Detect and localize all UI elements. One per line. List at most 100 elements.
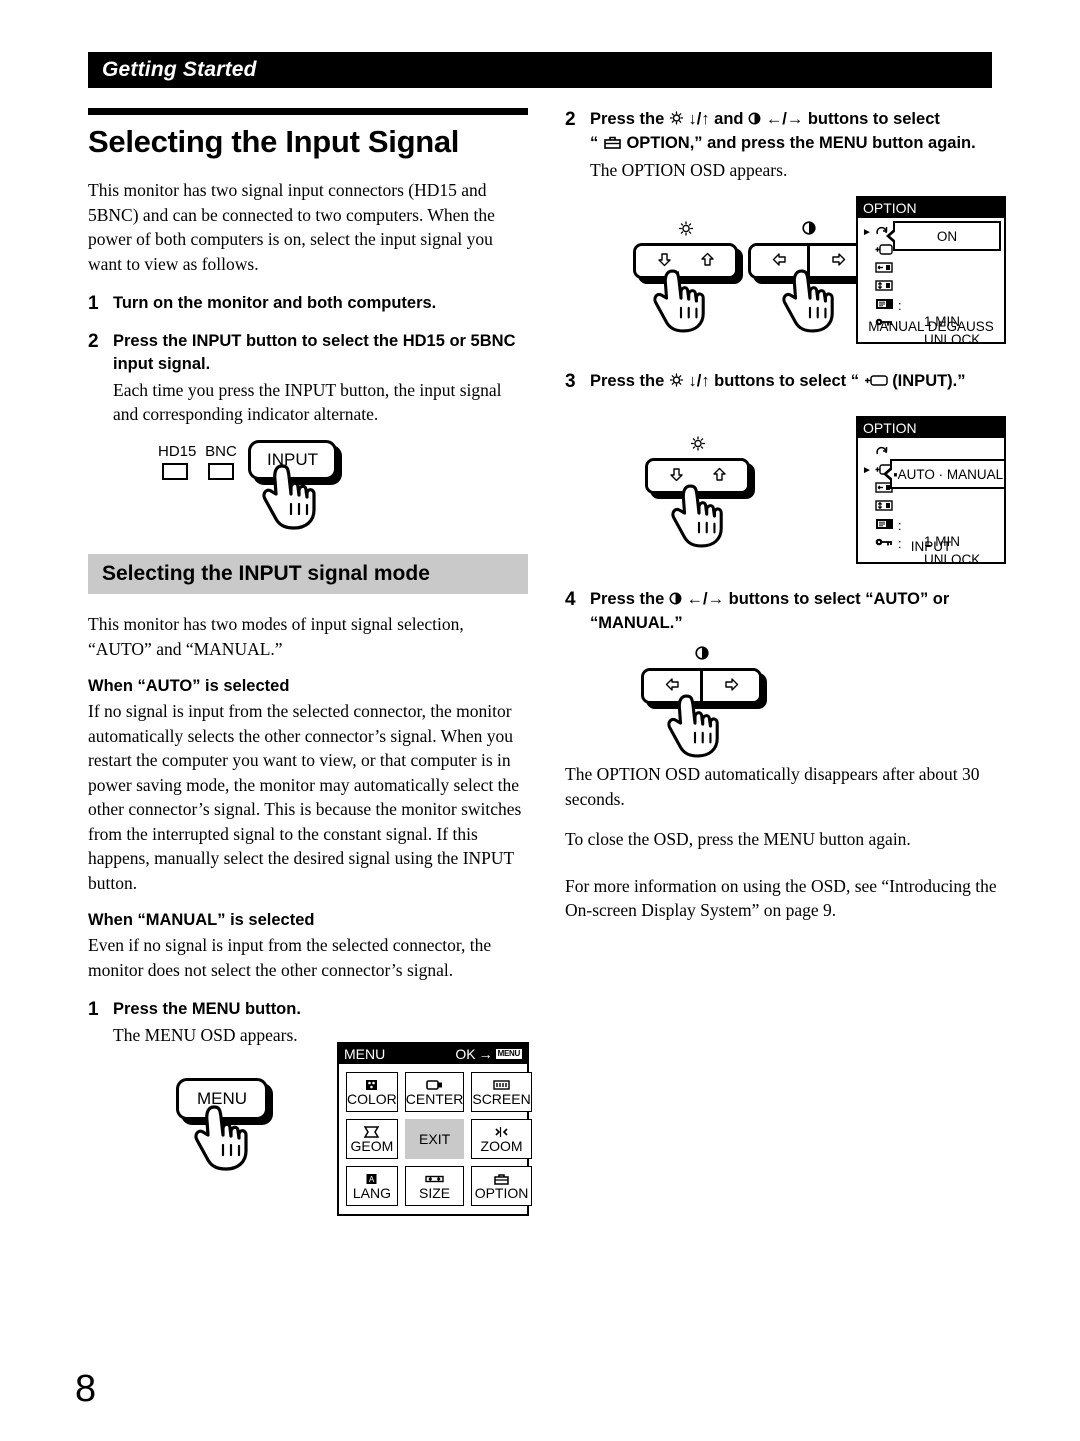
menu-badge: MENU bbox=[495, 1049, 522, 1059]
color-icon bbox=[364, 1078, 379, 1092]
osd-row-osd-h[interactable] bbox=[862, 260, 902, 278]
intro-paragraph: This monitor has two signal input connec… bbox=[88, 180, 495, 274]
step-number: 2 bbox=[88, 331, 99, 352]
osd-title-bar: OPTION bbox=[858, 418, 1004, 438]
brightness-rocker-figure-2 bbox=[645, 436, 750, 548]
closing-block: The OPTION OSD automatically disappears … bbox=[565, 762, 1010, 939]
contrast-icon bbox=[669, 589, 682, 612]
step-text-b: ↓/↑ buttons to select “ bbox=[688, 372, 859, 390]
contrast-icon bbox=[748, 109, 761, 132]
osd-timer-icon bbox=[875, 517, 894, 534]
input-button-figure: HD15 BNC INPUT bbox=[158, 440, 528, 540]
running-head: Getting Started bbox=[88, 52, 992, 88]
cursor-icon: ► bbox=[862, 465, 872, 476]
step-number: 1 bbox=[88, 999, 99, 1020]
arrow-up-icon bbox=[700, 252, 715, 271]
step-number: 2 bbox=[565, 109, 576, 130]
arrow-left-icon bbox=[665, 677, 680, 696]
osd-lock-value: UNLOCK bbox=[924, 332, 981, 347]
step-3-select-input: 3 Press the ↓/↑ buttons to select “ (INP… bbox=[565, 370, 1010, 394]
step-text-c: ←/→ buttons to select bbox=[765, 110, 940, 128]
arrow-down-icon bbox=[657, 252, 672, 271]
step-lead: Press the ↓/↑ buttons to select “ (INPUT… bbox=[590, 370, 1010, 394]
step-sub: Each time you press the INPUT button, th… bbox=[113, 380, 502, 424]
brightness-icon bbox=[669, 371, 684, 394]
auto-body: If no signal is input from the selected … bbox=[88, 701, 522, 893]
menu-item-size[interactable]: SIZE bbox=[404, 1166, 465, 1206]
menu-item-zoom[interactable]: ZOOM bbox=[471, 1119, 532, 1159]
hand-cursor-icon bbox=[653, 269, 709, 333]
closing-paragraph-3: For more information on using the OSD, s… bbox=[565, 875, 997, 921]
osd-row-osd-v[interactable] bbox=[862, 278, 902, 296]
manual-body: Even if no signal is input from the sele… bbox=[88, 935, 492, 980]
bnc-indicator-label: BNC bbox=[205, 443, 237, 460]
manual-page: Getting Started Selecting the Input Sign… bbox=[0, 0, 1080, 1441]
osd-v-position-icon bbox=[875, 499, 893, 515]
osd-title: OPTION bbox=[863, 420, 917, 436]
step-text-a: Press the bbox=[590, 110, 665, 128]
osd-h-position-icon bbox=[875, 261, 893, 277]
menu-item-screen[interactable]: SCREEN bbox=[471, 1072, 532, 1112]
option-osd-window-1: OPTION ►:: 1 MIN UNLOCK ON MANUAL DEGA… bbox=[856, 196, 1006, 347]
osd-lock-value: UNLOCK bbox=[924, 552, 981, 567]
arrow-right-icon: → bbox=[478, 1046, 493, 1062]
menu-item-label: COLOR bbox=[347, 1091, 397, 1107]
menu-item-exit[interactable]: EXIT bbox=[404, 1119, 465, 1159]
auto-subheading: When “AUTO” is selected bbox=[88, 677, 290, 695]
osd-title: MENU bbox=[344, 1046, 386, 1062]
brightness-rocker-figure bbox=[633, 221, 738, 333]
manual-subheading: When “MANUAL” is selected bbox=[88, 911, 315, 929]
step-4-block: 4 Press the ←/→ buttons to select “AUTO”… bbox=[565, 588, 1010, 649]
menu-item-color[interactable]: COLOR bbox=[346, 1072, 398, 1112]
osd-v-position-icon bbox=[875, 279, 893, 295]
step-3-block: 3 Press the ↓/↑ buttons to select “ (INP… bbox=[565, 370, 1010, 408]
arrow-right-icon bbox=[724, 677, 739, 696]
bnc-indicator-led bbox=[208, 463, 234, 480]
menu-item-geom[interactable]: GEOM bbox=[346, 1119, 398, 1159]
modes-intro: This monitor has two modes of input sign… bbox=[88, 614, 464, 659]
menu-item-label: ZOOM bbox=[480, 1138, 523, 1154]
brightness-icon bbox=[690, 436, 706, 455]
menu-item-label: EXIT bbox=[419, 1131, 451, 1147]
title-rule bbox=[88, 108, 528, 115]
hand-cursor-icon bbox=[782, 269, 838, 333]
osd-body: ► bbox=[858, 438, 1006, 567]
hand-cursor-icon bbox=[667, 694, 723, 758]
arrow-down-icon bbox=[669, 467, 684, 486]
hand-cursor-icon bbox=[194, 1105, 252, 1171]
osd-callout-auto-manual: ▪AUTO · MANUAL bbox=[890, 459, 1006, 489]
arrow-up-icon bbox=[712, 467, 727, 486]
degauss-icon bbox=[875, 445, 889, 461]
contrast-icon bbox=[801, 221, 816, 239]
closing-paragraph-2: To close the OSD, press the MENU button … bbox=[565, 829, 911, 849]
step-text-a: Press the bbox=[590, 590, 665, 608]
step-lead: Press the ↓/↑ and ←/→ buttons to select … bbox=[590, 108, 1010, 156]
step-2-select-option: 2 Press the ↓/↑ and ←/→ buttons to selec… bbox=[565, 108, 1010, 182]
step-number: 1 bbox=[88, 293, 99, 314]
page-title: Selecting the Input Signal bbox=[88, 124, 460, 159]
hand-cursor-icon bbox=[671, 484, 727, 548]
menu-item-lang[interactable]: A LANG bbox=[346, 1166, 398, 1206]
menu-button-figure: MENU bbox=[176, 1078, 269, 1171]
menu-item-center[interactable]: CENTER bbox=[404, 1072, 465, 1112]
step-sub: The OPTION OSD appears. bbox=[590, 160, 788, 180]
step-text-b: ↓/↑ and bbox=[688, 110, 744, 128]
step-4-select-auto-manual: 4 Press the ←/→ buttons to select “AUTO”… bbox=[565, 588, 1010, 635]
step-lead: Press the ←/→ buttons to select “AUTO” o… bbox=[590, 588, 1010, 635]
osd-row-osd-v[interactable] bbox=[862, 498, 902, 516]
option-icon bbox=[603, 133, 622, 156]
osd-footer: MANUAL DEGAUSS bbox=[868, 319, 994, 334]
osd-row-timer[interactable]: : bbox=[862, 296, 902, 314]
menu-item-label: SIZE bbox=[419, 1185, 451, 1201]
brightness-icon bbox=[669, 109, 684, 132]
osd-title-bar: MENU OK → MENU bbox=[339, 1044, 527, 1064]
screen-icon bbox=[493, 1078, 510, 1092]
hd15-indicator-led bbox=[162, 463, 188, 480]
size-icon bbox=[425, 1172, 444, 1186]
step-text-e: OPTION,” and press the MENU button again… bbox=[626, 134, 976, 152]
contrast-rocker-figure-2 bbox=[641, 646, 762, 758]
option-osd-window-2: OPTION ►:: 1 MIN UNLOCK ▪AUTO · MANUAL… bbox=[856, 416, 1006, 567]
osd-row-timer[interactable]: : bbox=[862, 516, 902, 534]
menu-item-option[interactable]: OPTION bbox=[471, 1166, 532, 1206]
zoom-icon bbox=[493, 1125, 510, 1139]
